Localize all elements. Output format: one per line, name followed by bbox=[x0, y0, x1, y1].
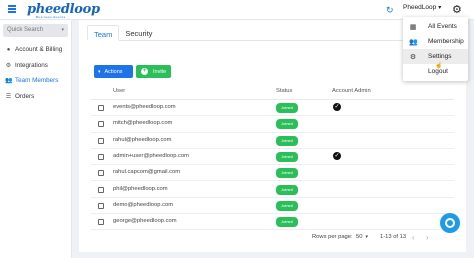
user-email: admin+user@pheedloop.com bbox=[113, 152, 189, 159]
check-circle-icon: ✓ bbox=[333, 103, 341, 111]
user-email: george@pheedloop.com bbox=[113, 218, 177, 225]
chevron-down-icon: ▾ bbox=[98, 68, 101, 75]
status-badge: Joined bbox=[276, 151, 298, 162]
logo-tagline: Business Events bbox=[36, 15, 66, 19]
integrations-icon: ⚙ bbox=[5, 63, 12, 69]
refresh-icon[interactable]: ↻ bbox=[386, 5, 394, 16]
user-email: rahul@pheedloop.com bbox=[113, 136, 172, 143]
column-header-user[interactable]: User bbox=[113, 88, 125, 94]
column-header-status[interactable]: Status bbox=[276, 88, 292, 94]
menu-item-label: All Events bbox=[428, 23, 457, 30]
chevron-down-icon: ▾ bbox=[438, 5, 442, 11]
menu-item-label: Settings bbox=[428, 53, 452, 60]
status-badge: Joined bbox=[276, 200, 298, 211]
user-menu-label: PheedLoop bbox=[403, 4, 437, 11]
menu-icon[interactable] bbox=[8, 5, 16, 13]
pointer-cursor-icon: ☝ bbox=[435, 63, 443, 69]
quick-search-placeholder: Quick Search bbox=[7, 27, 44, 33]
chevron-down-icon: ▾ bbox=[365, 234, 368, 240]
orders-icon: ☰ bbox=[5, 94, 12, 100]
menu-item-label: Membership bbox=[428, 38, 464, 45]
sidebar-item-label: Account & Billing bbox=[15, 46, 63, 53]
table-row[interactable]: demo@pheedloop.com Joined bbox=[91, 198, 454, 215]
chat-button[interactable] bbox=[440, 213, 460, 233]
status-badge: Joined bbox=[276, 135, 298, 146]
settings-dropdown-menu: ▦ All Events 👥 Membership ⚙ Settings Log… bbox=[403, 17, 468, 81]
chat-icon bbox=[445, 218, 455, 228]
user-email: phil@pheedloop.com bbox=[113, 185, 168, 192]
actions-button[interactable]: ▾ Actions bbox=[94, 65, 133, 78]
row-checkbox[interactable] bbox=[98, 137, 104, 144]
column-header-account-admin[interactable]: Account Admin bbox=[332, 88, 371, 94]
menu-item-label: Logout bbox=[428, 68, 448, 75]
row-checkbox[interactable] bbox=[98, 186, 104, 193]
status-badge: Joined bbox=[276, 217, 298, 228]
sidebar-item-orders[interactable]: ☰ Orders bbox=[5, 93, 34, 100]
table-row[interactable]: rahul.capcom@gmail.com Joined bbox=[91, 165, 454, 182]
invite-button[interactable]: + Invite bbox=[136, 65, 171, 78]
table-row[interactable]: mitch@pheedloop.com Joined bbox=[91, 116, 454, 133]
sidebar-item-integrations[interactable]: ⚙ Integrations bbox=[5, 62, 48, 69]
table-row[interactable]: phil@pheedloop.com Joined bbox=[91, 182, 454, 198]
status-badge: Joined bbox=[276, 184, 298, 195]
table-row[interactable]: rahul@pheedloop.com Joined bbox=[91, 133, 454, 149]
user-email: events@pheedloop.com bbox=[113, 104, 176, 110]
menu-item-all-events[interactable]: ▦ All Events bbox=[403, 19, 468, 34]
status-badge: Joined bbox=[276, 119, 298, 130]
status-badge: Joined bbox=[276, 168, 298, 179]
chevron-down-icon: ▾ bbox=[61, 27, 64, 33]
next-page-icon[interactable]: › bbox=[426, 233, 429, 242]
user-menu-button[interactable]: PheedLoop ▾ bbox=[403, 4, 441, 11]
check-circle-icon: ✓ bbox=[333, 151, 341, 160]
sidebar-item-label: Integrations bbox=[15, 62, 48, 69]
tab-team[interactable]: Team bbox=[87, 25, 120, 41]
table-row[interactable]: george@pheedloop.com Joined bbox=[91, 214, 454, 231]
gear-icon: ⚙ bbox=[409, 53, 417, 61]
rows-per-page-value: 50 bbox=[356, 234, 363, 240]
sidebar-item-account-billing[interactable]: ● Account & Billing bbox=[5, 46, 63, 53]
row-checkbox[interactable] bbox=[98, 105, 104, 111]
quick-search-input[interactable]: Quick Search ▾ bbox=[3, 24, 68, 37]
actions-button-label: Actions bbox=[104, 68, 123, 75]
user-icon: ● bbox=[6, 46, 11, 53]
row-checkbox[interactable] bbox=[98, 219, 104, 226]
user-email: rahul.capcom@gmail.com bbox=[113, 169, 181, 176]
table-row[interactable]: events@pheedloop.com Joined ✓ bbox=[91, 100, 454, 117]
gear-icon[interactable]: ⚙ bbox=[452, 3, 462, 16]
status-badge: Joined bbox=[276, 103, 298, 113]
sidebar-item-team-members[interactable]: 👥 Team Members bbox=[5, 77, 58, 84]
table-row[interactable]: admin+user@pheedloop.com Joined ✓ bbox=[91, 149, 454, 166]
rows-per-page-label: Rows per page: bbox=[312, 234, 353, 240]
user-email: mitch@pheedloop.com bbox=[113, 120, 173, 127]
invite-button-label: Invite bbox=[153, 68, 167, 75]
sidebar: Quick Search ▾ ● Account & Billing ⚙ Int… bbox=[0, 20, 72, 258]
plus-icon: + bbox=[141, 68, 148, 75]
row-checkbox[interactable] bbox=[98, 170, 104, 177]
row-checkbox[interactable] bbox=[98, 153, 104, 160]
previous-page-icon[interactable]: ‹ bbox=[412, 233, 415, 242]
rows-per-page-select[interactable]: 50 ▾ bbox=[356, 234, 368, 240]
row-checkbox[interactable] bbox=[98, 202, 104, 209]
pagination-range: 1-13 of 13 bbox=[380, 234, 407, 240]
calendar-icon: ▦ bbox=[409, 23, 417, 31]
people-icon: 👥 bbox=[409, 38, 418, 46]
user-email: demo@pheedloop.com bbox=[113, 201, 174, 208]
sidebar-item-label: Orders bbox=[15, 93, 35, 100]
tab-security[interactable]: Security bbox=[119, 25, 158, 41]
sidebar-item-label: Team Members bbox=[15, 77, 59, 84]
menu-item-membership[interactable]: 👥 Membership bbox=[403, 34, 468, 49]
row-checkbox[interactable] bbox=[98, 121, 104, 128]
team-icon: 👥 bbox=[5, 78, 13, 84]
